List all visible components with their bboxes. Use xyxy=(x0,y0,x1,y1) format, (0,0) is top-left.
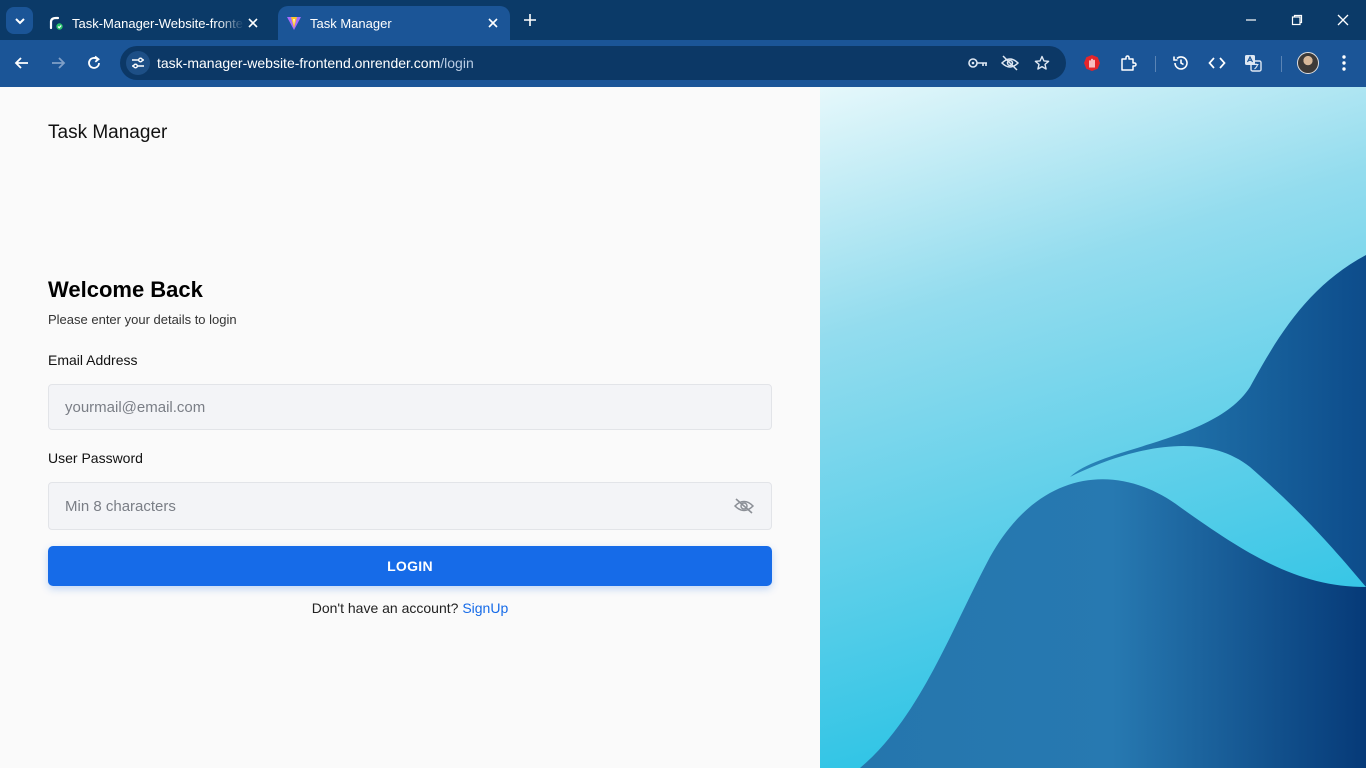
page-viewport: Task Manager Welcome Back Please enter y… xyxy=(0,87,1366,768)
password-field[interactable] xyxy=(48,482,772,530)
chevron-down-icon xyxy=(14,17,25,24)
vite-icon xyxy=(286,15,302,31)
minimize-icon xyxy=(1246,19,1256,21)
tab-title: Task Manager xyxy=(310,15,392,31)
tab-task-manager[interactable]: Task Manager xyxy=(278,6,510,40)
devtools-button[interactable] xyxy=(1205,51,1229,75)
new-tab-button[interactable] xyxy=(520,10,540,30)
url-text[interactable]: task-manager-website-frontend.onrender.c… xyxy=(157,55,474,71)
address-bar[interactable]: task-manager-website-frontend.onrender.c… xyxy=(120,46,1066,80)
arrow-left-icon xyxy=(14,57,28,69)
password-label: User Password xyxy=(48,450,143,466)
forward-button[interactable] xyxy=(46,51,70,75)
profile-avatar[interactable] xyxy=(1297,52,1319,74)
render-icon xyxy=(48,15,64,31)
star-icon xyxy=(1034,55,1050,70)
back-button[interactable] xyxy=(10,51,34,75)
close-tab-icon[interactable] xyxy=(484,14,502,32)
minimize-button[interactable] xyxy=(1239,8,1263,32)
reload-icon xyxy=(88,55,100,69)
tracking-protection-button[interactable] xyxy=(1000,53,1020,73)
signup-prompt: Don't have an account? SignUp xyxy=(48,600,772,616)
browser-menu-button[interactable] xyxy=(1332,51,1356,75)
decorative-wave-illustration xyxy=(820,87,1366,768)
signup-prompt-text: Don't have an account? xyxy=(311,600,459,616)
eye-off-icon xyxy=(1000,55,1020,71)
tune-icon xyxy=(132,57,144,69)
email-field[interactable] xyxy=(48,384,772,430)
login-button[interactable]: LOGIN xyxy=(48,546,772,586)
signup-link[interactable]: SignUp xyxy=(462,600,508,616)
more-vertical-icon xyxy=(1342,55,1346,71)
reload-button[interactable] xyxy=(82,51,106,75)
page-subtitle: Please enter your details to login xyxy=(48,312,237,327)
hand-stop-icon xyxy=(1084,55,1100,71)
history-icon xyxy=(1173,56,1188,70)
close-window-button[interactable] xyxy=(1331,8,1355,32)
password-key-button[interactable] xyxy=(968,53,988,73)
browser-tab-strip: Task-Manager-Website-frontend Task Manag… xyxy=(0,0,1366,40)
brand-title: Task Manager xyxy=(48,122,168,143)
puzzle-icon xyxy=(1121,55,1137,71)
site-info-button[interactable] xyxy=(126,51,150,75)
login-form: Welcome Back Please enter your details t… xyxy=(48,276,772,616)
tab-search-button[interactable] xyxy=(6,7,33,34)
translate-icon xyxy=(1245,55,1262,72)
tab-title: Task-Manager-Website-frontend xyxy=(72,15,244,31)
url-host: task-manager-website-frontend.onrender.c… xyxy=(157,55,441,71)
url-path: /login xyxy=(440,55,474,71)
toolbar-separator xyxy=(1281,56,1282,72)
toolbar-separator xyxy=(1155,56,1156,72)
translate-button[interactable] xyxy=(1241,51,1265,75)
extensions-button[interactable] xyxy=(1116,51,1140,75)
plus-icon xyxy=(524,14,536,26)
restore-icon xyxy=(1291,14,1303,26)
restore-button[interactable] xyxy=(1285,8,1309,32)
bookmark-button[interactable] xyxy=(1032,53,1052,73)
code-icon xyxy=(1208,57,1226,69)
eye-off-icon[interactable] xyxy=(733,495,755,517)
email-label: Email Address xyxy=(48,352,138,368)
arrow-right-icon xyxy=(52,57,66,69)
tab-task-manager-frontend[interactable]: Task-Manager-Website-frontend xyxy=(38,6,270,40)
close-tab-icon[interactable] xyxy=(244,14,262,32)
close-icon xyxy=(1337,14,1349,26)
history-button[interactable] xyxy=(1169,51,1193,75)
extension-stop-button[interactable] xyxy=(1080,51,1104,75)
page-title: Welcome Back xyxy=(48,277,203,302)
key-icon xyxy=(968,58,987,68)
browser-toolbar: task-manager-website-frontend.onrender.c… xyxy=(0,40,1366,87)
